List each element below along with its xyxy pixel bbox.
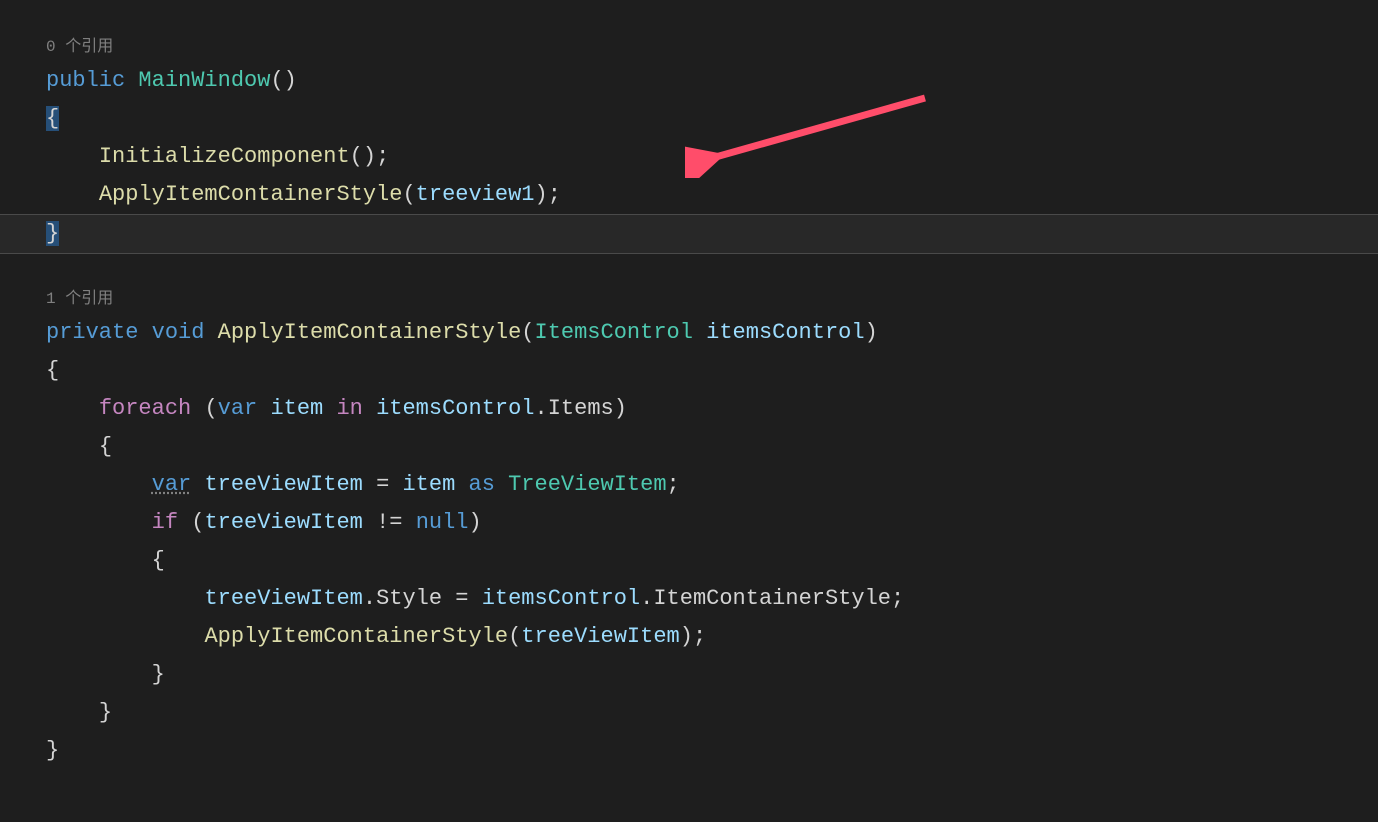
codelens-references-1[interactable]: 1 个引用 — [46, 284, 1378, 314]
close-brace: } — [46, 738, 59, 763]
code-line[interactable]: } — [46, 656, 1378, 694]
code-line[interactable]: } — [46, 694, 1378, 732]
prop-items: Items — [548, 396, 614, 421]
code-line[interactable]: { — [46, 542, 1378, 580]
keyword-if: if — [152, 510, 178, 535]
keyword-private: private — [46, 320, 138, 345]
open-brace: { — [46, 106, 59, 131]
code-line[interactable]: InitializeComponent(); — [46, 138, 1378, 176]
param-itemscontrol: itemsControl — [706, 320, 864, 345]
ident-treeviewitem: treeViewItem — [204, 472, 362, 497]
method-initializecomponent: InitializeComponent — [99, 144, 350, 169]
keyword-null: null — [416, 510, 469, 535]
code-line[interactable]: public MainWindow() — [46, 62, 1378, 100]
keyword-as: as — [469, 472, 495, 497]
ident-treeview1: treeview1 — [416, 182, 535, 207]
keyword-void: void — [152, 320, 205, 345]
open-brace: { — [99, 434, 112, 459]
code-line[interactable]: private void ApplyItemContainerStyle(Ite… — [46, 314, 1378, 352]
open-brace: { — [152, 548, 165, 573]
code-line-highlighted[interactable]: } — [0, 214, 1378, 254]
code-line[interactable]: treeViewItem.Style = itemsControl.ItemCo… — [46, 580, 1378, 618]
close-brace: } — [99, 700, 112, 725]
type-mainwindow: MainWindow — [138, 68, 270, 93]
keyword-var: var — [152, 472, 192, 497]
code-editor[interactable]: 0 个引用 public MainWindow() { InitializeCo… — [0, 0, 1378, 770]
keyword-in: in — [336, 396, 362, 421]
method-applyitemcontainerstyle-decl: ApplyItemContainerStyle — [218, 320, 522, 345]
type-treeviewitem: TreeViewItem — [508, 472, 666, 497]
ident-item: item — [270, 396, 323, 421]
type-itemscontrol: ItemsControl — [535, 320, 693, 345]
code-line[interactable]: } — [46, 732, 1378, 770]
blank-line — [46, 254, 1378, 284]
close-brace: } — [46, 221, 59, 246]
prop-itemcontainerstyle: ItemContainerStyle — [653, 586, 891, 611]
open-brace: { — [46, 358, 59, 383]
code-line[interactable]: ApplyItemContainerStyle(treeViewItem); — [46, 618, 1378, 656]
prop-style: Style — [376, 586, 442, 611]
code-line[interactable]: foreach (var item in itemsControl.Items) — [46, 390, 1378, 428]
method-applyitemcontainerstyle: ApplyItemContainerStyle — [99, 182, 403, 207]
code-line[interactable]: if (treeViewItem != null) — [46, 504, 1378, 542]
method-applyitemcontainerstyle-call: ApplyItemContainerStyle — [204, 624, 508, 649]
codelens-references-0[interactable]: 0 个引用 — [46, 32, 1378, 62]
code-line[interactable]: { — [46, 100, 1378, 138]
keyword-public: public — [46, 68, 125, 93]
code-line[interactable]: ApplyItemContainerStyle(treeview1); — [46, 176, 1378, 214]
code-line[interactable]: { — [46, 428, 1378, 466]
code-line[interactable]: var treeViewItem = item as TreeViewItem; — [46, 466, 1378, 504]
keyword-foreach: foreach — [99, 396, 191, 421]
close-brace: } — [152, 662, 165, 687]
code-line[interactable]: { — [46, 352, 1378, 390]
keyword-var: var — [218, 396, 258, 421]
